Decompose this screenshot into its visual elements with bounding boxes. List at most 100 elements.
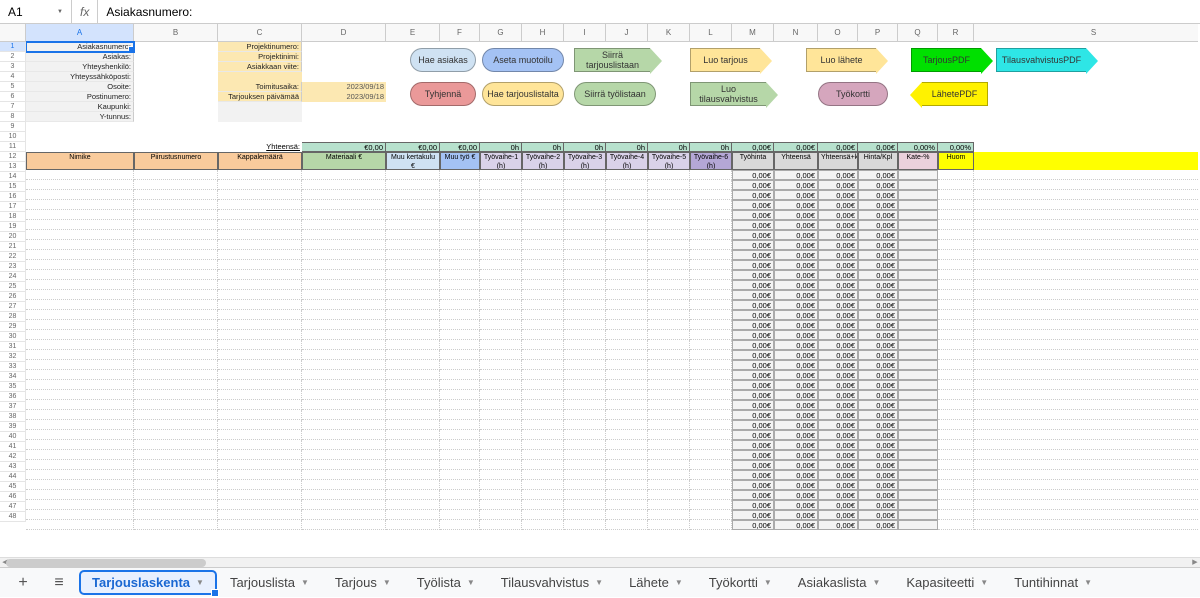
cell[interactable] [26,500,134,510]
cell[interactable] [440,300,480,310]
cell[interactable] [898,112,938,122]
cell[interactable] [938,112,974,122]
cell[interactable]: 0,00€ [858,380,898,390]
cell[interactable] [564,270,606,280]
cell[interactable] [606,280,648,290]
cell[interactable] [480,480,522,490]
cell[interactable] [218,360,302,370]
cell[interactable] [938,310,974,320]
cell[interactable] [648,240,690,250]
sheet-tab-kapasiteetti[interactable]: Kapasiteetti▼ [894,571,1000,594]
header-cell[interactable]: Piirustusnumero [134,152,218,170]
cell[interactable]: 0,00% [938,142,974,152]
cell[interactable] [774,132,818,142]
cell[interactable] [218,350,302,360]
cell[interactable] [218,370,302,380]
cell[interactable]: 0,00€ [818,360,858,370]
column-header-L[interactable]: L [690,24,732,42]
row-header-18[interactable]: 18 [0,212,26,222]
cell[interactable] [732,122,774,132]
cell[interactable] [938,132,974,142]
cell[interactable]: 0,00€ [858,400,898,410]
cell[interactable] [522,340,564,350]
cell[interactable] [218,460,302,470]
hae-tarjouslistalta-button[interactable]: Hae tarjouslistalta [482,82,564,106]
row-header-48[interactable]: 48 [0,512,26,522]
cell[interactable] [26,240,134,250]
cell[interactable] [386,250,440,260]
cell[interactable]: 0,00€ [818,290,858,300]
cell[interactable] [302,500,386,510]
row-header-44[interactable]: 44 [0,472,26,482]
cell[interactable] [938,350,974,360]
cell[interactable] [974,340,1198,350]
cell[interactable] [440,320,480,330]
cell[interactable] [522,170,564,180]
cell[interactable] [564,200,606,210]
cell[interactable]: 0,00€ [774,510,818,520]
cell[interactable]: 0,00€ [774,280,818,290]
cell[interactable] [134,200,218,210]
cell[interactable]: 0,00€ [732,330,774,340]
cell[interactable] [606,460,648,470]
cell[interactable] [440,220,480,230]
row-header-17[interactable]: 17 [0,202,26,212]
cell[interactable] [386,170,440,180]
cell[interactable] [690,230,732,240]
cell[interactable]: 0,00€ [818,400,858,410]
cell[interactable] [606,500,648,510]
cell[interactable] [218,102,302,112]
cell[interactable] [974,230,1198,240]
cell[interactable] [690,330,732,340]
cell[interactable] [26,390,134,400]
cell[interactable] [440,132,480,142]
cell[interactable] [386,122,440,132]
cell[interactable] [440,450,480,460]
cell[interactable] [974,370,1198,380]
cell[interactable] [938,480,974,490]
row-header-41[interactable]: 41 [0,442,26,452]
cell[interactable] [302,380,386,390]
row-header-27[interactable]: 27 [0,302,26,312]
cell[interactable] [606,112,648,122]
column-header-N[interactable]: N [774,24,818,42]
header-cell[interactable]: Kate-% [898,152,938,170]
cell[interactable] [898,170,938,180]
cell[interactable] [134,330,218,340]
cell[interactable]: 0,00€ [774,290,818,300]
row-header-11[interactable]: 11 [0,142,26,152]
cell[interactable]: 0,00€ [858,330,898,340]
cell[interactable] [386,520,440,530]
cell[interactable] [974,430,1198,440]
cell[interactable] [938,460,974,470]
cell[interactable] [386,500,440,510]
cell[interactable]: 0,00€ [732,320,774,330]
cell[interactable] [440,500,480,510]
cell[interactable] [898,270,938,280]
cell[interactable] [480,400,522,410]
cell[interactable] [218,210,302,220]
cell[interactable]: 0,00€ [858,280,898,290]
cell[interactable] [690,210,732,220]
cell[interactable] [974,310,1198,320]
cell[interactable] [386,430,440,440]
cell[interactable] [522,190,564,200]
cell[interactable] [858,132,898,142]
column-header-F[interactable]: F [440,24,480,42]
cell[interactable]: 0,00€ [774,180,818,190]
cell[interactable] [480,132,522,142]
header-cell[interactable]: Kappalemäärä [218,152,302,170]
cell[interactable]: 0,00€ [858,480,898,490]
cell[interactable] [386,132,440,142]
row-header-6[interactable]: 6 [0,92,26,102]
header-cell[interactable]: Yhteensä [774,152,818,170]
cell[interactable]: 0,00€ [732,410,774,420]
cell[interactable]: 0,00€ [858,210,898,220]
cell[interactable] [974,210,1198,220]
cell[interactable] [938,370,974,380]
luo-tilausvahvistus-button[interactable]: Luo tilausvahvistus [690,82,766,106]
cell[interactable] [938,490,974,500]
cell[interactable] [898,132,938,142]
cell[interactable] [302,330,386,340]
cell[interactable] [648,210,690,220]
